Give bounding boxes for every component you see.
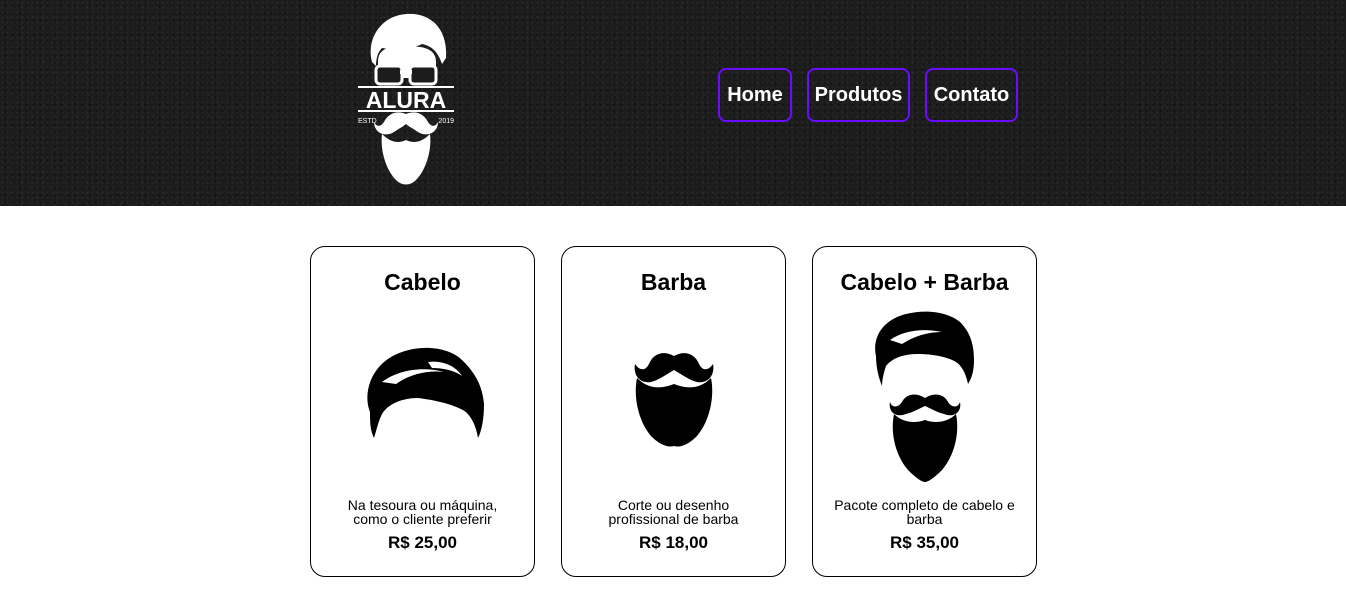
hair-and-beard-icon xyxy=(874,311,974,482)
products-list: Cabelo Na tesoura ou máquina, como o cli… xyxy=(310,246,1037,577)
product-description: Corte ou desenho profissional de barba xyxy=(608,497,739,527)
svg-text:ESTD: ESTD xyxy=(358,118,377,125)
nav-produtos-link[interactable]: Produtos xyxy=(807,68,910,122)
product-title: Cabelo xyxy=(384,269,461,295)
product-card-cabelo-barba: Cabelo + Barba Pacote completo de cabelo… xyxy=(812,246,1037,577)
nav-contato-link[interactable]: Contato xyxy=(925,68,1018,122)
product-image xyxy=(311,307,534,487)
hair-icon xyxy=(366,347,484,438)
product-title: Cabelo + Barba xyxy=(840,269,1009,295)
product-price: R$ 25,00 xyxy=(388,533,457,552)
product-description: Na tesoura ou máquina, como o cliente pr… xyxy=(347,497,498,527)
main-nav: Home Produtos Contato xyxy=(718,68,1018,122)
product-card-barba: Barba Corte ou desenho profissional de b… xyxy=(561,246,786,577)
product-price: R$ 18,00 xyxy=(639,533,708,552)
nav-home-link[interactable]: Home xyxy=(718,68,792,122)
product-title: Barba xyxy=(640,269,707,295)
site-header: ALURA ESTD 2019 Home Produtos Contato xyxy=(0,0,1346,206)
product-description: Pacote completo de cabelo e barba xyxy=(834,497,1015,527)
product-image xyxy=(562,307,785,487)
product-image xyxy=(813,307,1036,487)
alura-logo[interactable]: ALURA ESTD 2019 xyxy=(352,10,460,188)
product-card-cabelo: Cabelo Na tesoura ou máquina, como o cli… xyxy=(310,246,535,577)
svg-text:2019: 2019 xyxy=(438,118,454,125)
product-price: R$ 35,00 xyxy=(890,533,959,552)
beard-icon xyxy=(634,353,713,447)
svg-text:ALURA: ALURA xyxy=(366,87,447,113)
bearded-man-logo-icon: ALURA ESTD 2019 xyxy=(358,13,454,185)
